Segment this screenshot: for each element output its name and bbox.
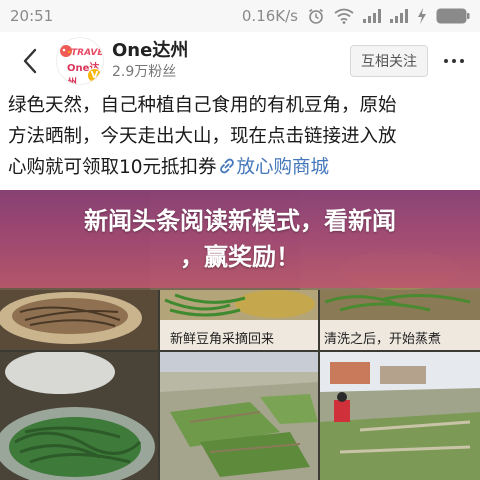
account-info[interactable]: One达州 2.9万粉丝 [112, 40, 188, 82]
promo-line: ，赢奖励！ [180, 243, 300, 271]
promo-line: 新闻头条阅读新模式，看新闻 [84, 207, 396, 235]
status-time: 20:51 [10, 7, 54, 25]
charging-icon [417, 8, 427, 24]
store-link[interactable]: 放心购商城 [217, 157, 330, 178]
status-bar: 20:51 0.16K/s [0, 0, 480, 32]
photo-caption-right: 清洗之后，开始蒸煮 [324, 332, 442, 347]
store-link-text: 放心购商城 [236, 157, 330, 178]
article-header: TRAVEL One达州 V One达州 2.9万粉丝 互相关注 [0, 32, 480, 90]
back-button[interactable] [8, 32, 52, 90]
wifi-icon [334, 8, 354, 24]
verified-badge: V [87, 68, 102, 83]
alarm-icon [307, 7, 325, 25]
avatar-logo-text: TRAVEL [71, 48, 104, 58]
avatar[interactable]: TRAVEL One达州 V [56, 37, 104, 85]
photo-dried-beans [0, 290, 158, 350]
more-dots-icon [444, 59, 448, 63]
photo-caption-left: 新鲜豆角采摘回来 [170, 332, 275, 347]
article-line: 心购就可领取10元抵扣券 放心购商城 [8, 152, 472, 183]
article-line: 方法晒制，今天走出大山，现在点击链接进入放 [8, 126, 397, 147]
article-body: 绿色天然，自己种植自己食用的有机豆角，原始 方法晒制，今天走出大山，现在点击链接… [0, 90, 480, 190]
photo-boiling-beans [0, 352, 158, 480]
follow-button[interactable]: 互相关注 [350, 45, 428, 77]
article-line-text: 心购就可领取10元抵扣券 [8, 157, 217, 178]
account-name: One达州 [112, 40, 189, 61]
status-icons: 0.16K/s [242, 7, 470, 25]
link-icon [219, 158, 234, 174]
chevron-left-icon [23, 48, 37, 74]
signal-icon [363, 9, 381, 23]
follower-count: 2.9万粉丝 [112, 64, 177, 80]
signal-icon [390, 9, 408, 23]
network-speed: 0.16K/s [241, 7, 298, 25]
photo-drying-field [160, 352, 318, 480]
article-line: 绿色天然，自己种植自己食用的有机豆角，原始 [8, 95, 397, 116]
photo-fresh-beans: 新鲜豆角采摘回来 [160, 290, 318, 350]
photo-farm-house [320, 352, 480, 480]
battery-icon [436, 8, 470, 24]
more-button[interactable] [428, 32, 480, 90]
promo-banner[interactable]: 新闻头条阅读新模式，看新闻 ，赢奖励！ [0, 190, 480, 288]
photo-washed-beans: 清洗之后，开始蒸煮 [320, 290, 480, 350]
